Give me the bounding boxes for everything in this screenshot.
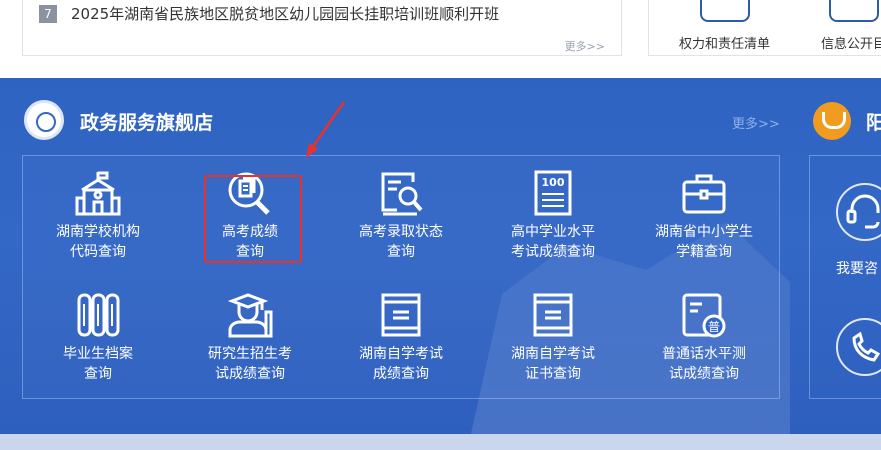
school-building-icon xyxy=(75,171,121,216)
quick-link-power-list[interactable]: 权力和责任清单 xyxy=(679,0,770,52)
section-title: 政务服务旗舰店 xyxy=(80,112,214,134)
service-label-line1: 湖南省中小学生 xyxy=(655,224,753,240)
quick-links-card: 权力和责任清单 信息公开目 xyxy=(648,0,881,56)
score-sheet-100-icon: 100 xyxy=(534,170,572,216)
score-badge-text: 100 xyxy=(542,176,565,189)
annotation-highlight-box xyxy=(204,175,302,263)
right-section-title: 阳 xyxy=(866,112,881,134)
department-emblem-logo xyxy=(24,100,64,140)
service-self-study-certificate-query[interactable]: 湖南自学考试 证书查询 xyxy=(478,292,628,384)
service-label-line1: 湖南学校机构 xyxy=(56,224,140,240)
graduate-icon xyxy=(227,293,273,338)
news-list-item[interactable]: 7 2025年湖南省民族地区脱贫地区幼儿园园长挂职培训班顺利开班 xyxy=(39,3,499,24)
putonghua-badge-text: 普 xyxy=(708,320,720,334)
book-icon xyxy=(533,293,573,337)
service-student-status-query[interactable]: 湖南省中小学生 学籍查询 xyxy=(629,170,779,262)
book-icon xyxy=(381,293,421,337)
headset-icon xyxy=(846,194,880,229)
service-label-line2: 查询 xyxy=(387,244,415,260)
service-label-line1: 普通话水平测 xyxy=(662,346,746,362)
band-bottom-strip xyxy=(0,434,881,450)
service-gaokao-admission-status-query[interactable]: 高考录取状态 查询 xyxy=(326,170,476,262)
quick-link-label: 信息公开目 xyxy=(821,37,881,52)
service-label-line1: 高考录取状态 xyxy=(359,224,443,240)
form-search-icon xyxy=(381,172,423,216)
list-icon xyxy=(699,0,750,22)
service-putonghua-test-score-query[interactable]: 普 普通话水平测 试成绩查询 xyxy=(629,292,779,384)
service-label-line2: 试成绩查询 xyxy=(669,366,739,382)
news-card: 7 2025年湖南省民族地区脱贫地区幼儿园园长挂职培训班顺利开班 更多>> xyxy=(22,0,622,56)
quick-link-info-disclosure[interactable]: 信息公开目 xyxy=(821,0,881,52)
briefcase-icon xyxy=(682,174,726,214)
service-label-line2: 代码查询 xyxy=(70,244,126,260)
service-label-line2: 查询 xyxy=(84,366,112,382)
right-section-logo xyxy=(813,102,851,140)
service-label-line1: 高中学业水平 xyxy=(511,224,595,240)
archive-binders-icon xyxy=(77,293,120,337)
phone-service-button[interactable] xyxy=(836,318,881,376)
service-label-line2: 成绩查询 xyxy=(373,366,429,382)
news-item-number: 7 xyxy=(39,4,57,23)
phone-icon xyxy=(852,331,881,362)
quick-link-label: 权力和责任清单 xyxy=(679,37,771,52)
service-label-line2: 考试成绩查询 xyxy=(511,244,595,260)
service-school-code-query[interactable]: 湖南学校机构 代码查询 xyxy=(23,170,173,262)
news-more-link[interactable]: 更多>> xyxy=(565,38,605,54)
service-postgrad-exam-score-query[interactable]: 研究生招生考 试成绩查询 xyxy=(175,292,325,384)
service-label-line1: 湖南自学考试 xyxy=(359,346,443,362)
service-label-line1: 研究生招生考 xyxy=(208,346,292,362)
consult-service-button[interactable] xyxy=(836,183,881,241)
service-self-study-exam-score-query[interactable]: 湖南自学考试 成绩查询 xyxy=(326,292,476,384)
service-graduate-archive-query[interactable]: 毕业生档案 查询 xyxy=(23,292,173,384)
service-label-line2: 试成绩查询 xyxy=(215,366,285,382)
service-label-line1: 毕业生档案 xyxy=(63,346,133,362)
service-label-line2: 证书查询 xyxy=(525,366,581,382)
news-item-title[interactable]: 2025年湖南省民族地区脱贫地区幼儿园园长挂职培训班顺利开班 xyxy=(71,3,499,24)
eye-icon xyxy=(828,0,879,22)
section-more-link[interactable]: 更多>> xyxy=(732,113,780,132)
service-label-line1: 湖南自学考试 xyxy=(511,346,595,362)
putonghua-certificate-icon: 普 xyxy=(682,293,726,338)
service-label-line2: 学籍查询 xyxy=(676,244,732,260)
service-highschool-exam-score-query[interactable]: 100 高中学业水平 考试成绩查询 xyxy=(478,170,628,262)
consult-service-label[interactable]: 我要咨 xyxy=(836,258,878,278)
